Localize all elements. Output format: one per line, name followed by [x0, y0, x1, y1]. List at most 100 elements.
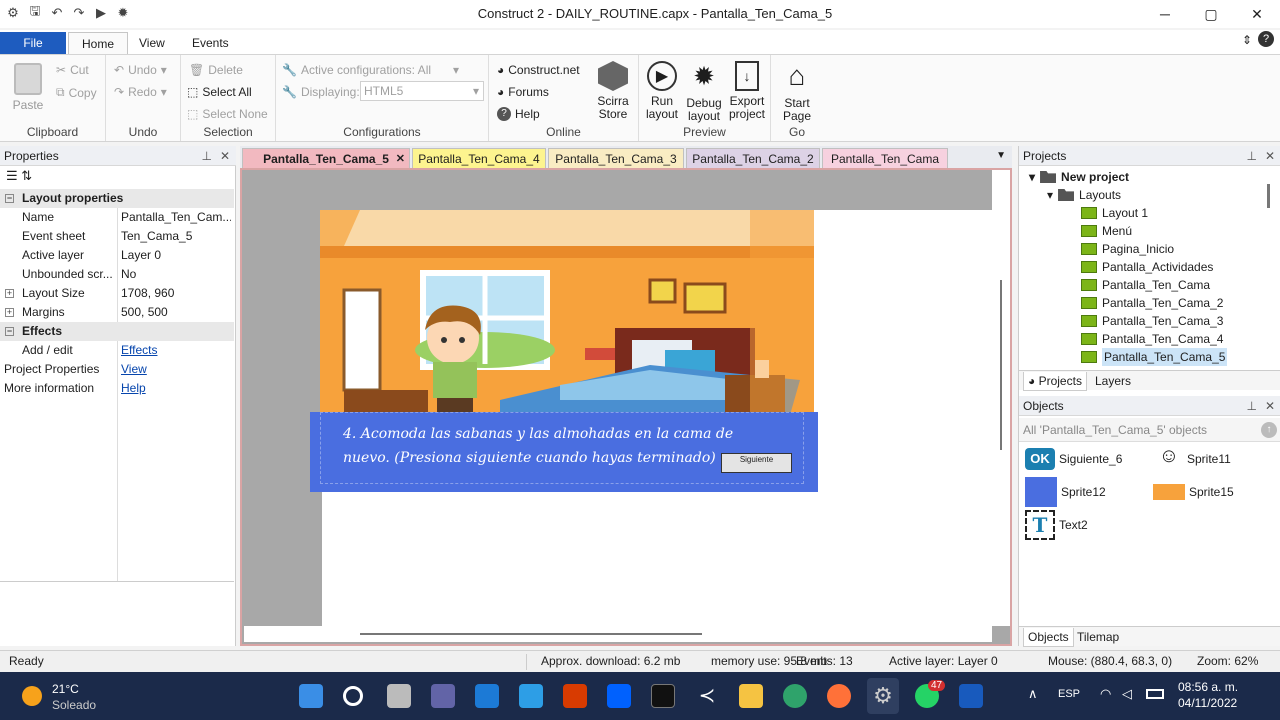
tree-layout-item[interactable]: Pantalla_Ten_Cama_3: [1081, 312, 1223, 330]
property-value[interactable]: Layer 0: [121, 246, 231, 265]
clock-time[interactable]: 08:56 a. m.: [1178, 680, 1238, 694]
chevron-up-icon[interactable]: ∧: [1028, 686, 1038, 702]
task-view-icon[interactable]: [387, 684, 411, 708]
tab-layout[interactable]: Pantalla_Ten_Cama_4: [412, 148, 546, 168]
tab-layout[interactable]: Pantalla_Ten_Cama_3: [548, 148, 684, 168]
expand-icon[interactable]: +: [5, 289, 14, 298]
construct-net-link[interactable]: ◕ Construct.net: [497, 63, 580, 77]
tabs-menu-icon[interactable]: ▼: [996, 150, 1006, 161]
property-row[interactable]: Active layer Layer 0: [0, 246, 234, 265]
property-row[interactable]: + Margins 500, 500: [0, 303, 234, 322]
sort-icons[interactable]: ☰ ⇅: [6, 168, 32, 184]
displaying-select[interactable]: HTML5 ▾: [360, 81, 484, 101]
expand-icon[interactable]: +: [5, 308, 14, 317]
tree-layout-item[interactable]: Pantalla_Ten_Cama: [1081, 276, 1210, 294]
scroll-thumb[interactable]: [360, 633, 702, 635]
store-icon[interactable]: [519, 684, 543, 708]
tree-layout-item[interactable]: Pagina_Inicio: [1081, 240, 1174, 258]
property-value[interactable]: 500, 500: [121, 303, 231, 322]
property-value[interactable]: No: [121, 265, 231, 284]
tab-projects[interactable]: ◕ Projects: [1023, 372, 1087, 391]
edge-icon[interactable]: [783, 684, 807, 708]
tree-layout-item[interactable]: Pantalla_Actividades: [1081, 258, 1213, 276]
close-panel-icon[interactable]: ✕: [220, 146, 230, 166]
close-panel-icon[interactable]: ✕: [1265, 146, 1275, 166]
siguiente-button[interactable]: Siguiente: [721, 453, 792, 473]
tab-layout[interactable]: Pantalla_Ten_Cama_2: [686, 148, 820, 168]
tab-tilemap[interactable]: Tilemap: [1077, 628, 1119, 646]
tree-layout-item[interactable]: Pantalla_Ten_Cama_4: [1081, 330, 1223, 348]
copy-button[interactable]: ⧉ Copy: [56, 85, 97, 100]
tree-layout-item-selected[interactable]: Pantalla_Ten_Cama_5: [1081, 348, 1228, 366]
property-row[interactable]: More information Help: [0, 379, 234, 398]
word-icon[interactable]: [959, 684, 983, 708]
start-page-button[interactable]: ⌂ Start Page: [777, 61, 817, 123]
close-tab-icon[interactable]: ✕: [396, 149, 405, 169]
office-icon[interactable]: [563, 684, 587, 708]
collapse-ribbon-icon[interactable]: ⇕: [1242, 33, 1252, 47]
instruction-text[interactable]: 4. Acomoda las sabanas y las almohadas e…: [343, 422, 753, 470]
pin-icon[interactable]: ⊥: [1247, 146, 1257, 166]
scroll-thumb[interactable]: [1000, 280, 1002, 450]
object-item[interactable]: Sprite12: [1025, 477, 1106, 507]
sun-icon[interactable]: [22, 686, 42, 706]
cut-button[interactable]: ✂ Cut: [56, 63, 89, 77]
forums-link[interactable]: ◕ Forums: [497, 85, 549, 99]
language-indicator[interactable]: ESP: [1058, 688, 1080, 700]
object-item[interactable]: Sprite15: [1153, 477, 1234, 507]
weather-desc[interactable]: Soleado: [52, 698, 96, 712]
start-icon[interactable]: [299, 684, 323, 708]
property-row[interactable]: Unbounded scr... No: [0, 265, 234, 284]
paste-button[interactable]: Paste: [10, 63, 46, 112]
tree-layout-item[interactable]: Menú: [1081, 222, 1132, 240]
teams-icon[interactable]: [431, 684, 455, 708]
search-icon[interactable]: [343, 686, 363, 706]
effects-section[interactable]: − Effects: [0, 322, 234, 341]
export-project-button[interactable]: ↓ Export project: [727, 61, 767, 121]
close-panel-icon[interactable]: ✕: [1265, 396, 1275, 416]
close-button[interactable]: ✕: [1234, 0, 1280, 28]
active-configurations-dropdown[interactable]: 🔧 Active configurations: All ▾: [282, 63, 459, 77]
firefox-icon[interactable]: [827, 684, 851, 708]
property-row[interactable]: Event sheet Ten_Cama_5: [0, 227, 234, 246]
object-item[interactable]: ☺ Sprite11: [1155, 444, 1231, 474]
mail-icon[interactable]: [475, 684, 499, 708]
tab-objects[interactable]: Objects: [1023, 628, 1074, 647]
file-explorer-icon[interactable]: [739, 684, 763, 708]
run-layout-button[interactable]: ▶ Run layout: [643, 61, 681, 121]
help-icon[interactable]: ?: [1258, 31, 1274, 47]
minimize-button[interactable]: ─: [1142, 0, 1188, 28]
tab-home[interactable]: Home: [68, 32, 129, 54]
tree-layout-item[interactable]: Layout 1: [1081, 204, 1148, 222]
weather-temp[interactable]: 21°C: [52, 682, 79, 696]
tree-layout-item[interactable]: Pantalla_Ten_Cama_2: [1081, 294, 1223, 312]
redo-button[interactable]: ↷ Redo ▾: [114, 85, 167, 99]
horizontal-scrollbar[interactable]: [244, 626, 992, 642]
help-link[interactable]: Help: [121, 379, 231, 398]
scirra-store-button[interactable]: Scirra Store: [593, 61, 633, 121]
objects-filter[interactable]: All 'Pantalla_Ten_Cama_5' objects ↑: [1019, 418, 1280, 442]
tab-layout[interactable]: Pantalla_Ten_Cama: [822, 148, 948, 168]
vscode-icon[interactable]: ≺: [695, 684, 719, 708]
up-icon[interactable]: ↑: [1261, 422, 1277, 438]
help-link[interactable]: ? Help: [497, 107, 540, 121]
property-row[interactable]: Add / edit Effects: [0, 341, 234, 360]
vertical-scrollbar[interactable]: [992, 170, 1010, 626]
property-value[interactable]: Pantalla_Ten_Cam...: [121, 208, 231, 227]
wifi-icon[interactable]: ◠: [1100, 686, 1111, 702]
select-all-button[interactable]: ⬚ Select All: [187, 85, 252, 99]
tree-layouts-folder[interactable]: ▾ Layouts: [1047, 186, 1121, 204]
tab-layout-active[interactable]: Pantalla_Ten_Cama_5 ✕: [242, 148, 410, 168]
pin-icon[interactable]: ⊥: [202, 146, 212, 166]
select-none-button[interactable]: ⬚ Select None: [187, 107, 268, 121]
property-row[interactable]: Name Pantalla_Ten_Cam...: [0, 208, 234, 227]
property-value[interactable]: 1708, 960: [121, 284, 231, 303]
effects-link[interactable]: Effects: [121, 341, 231, 360]
maximize-button[interactable]: ▢: [1188, 0, 1234, 28]
tab-view[interactable]: View: [126, 32, 178, 54]
property-value[interactable]: Ten_Cama_5: [121, 227, 231, 246]
tree-scrollbar[interactable]: [1267, 184, 1270, 208]
battery-icon[interactable]: [1146, 689, 1164, 699]
property-row[interactable]: + Layout Size 1708, 960: [0, 284, 234, 303]
tab-layers[interactable]: Layers: [1095, 372, 1131, 390]
